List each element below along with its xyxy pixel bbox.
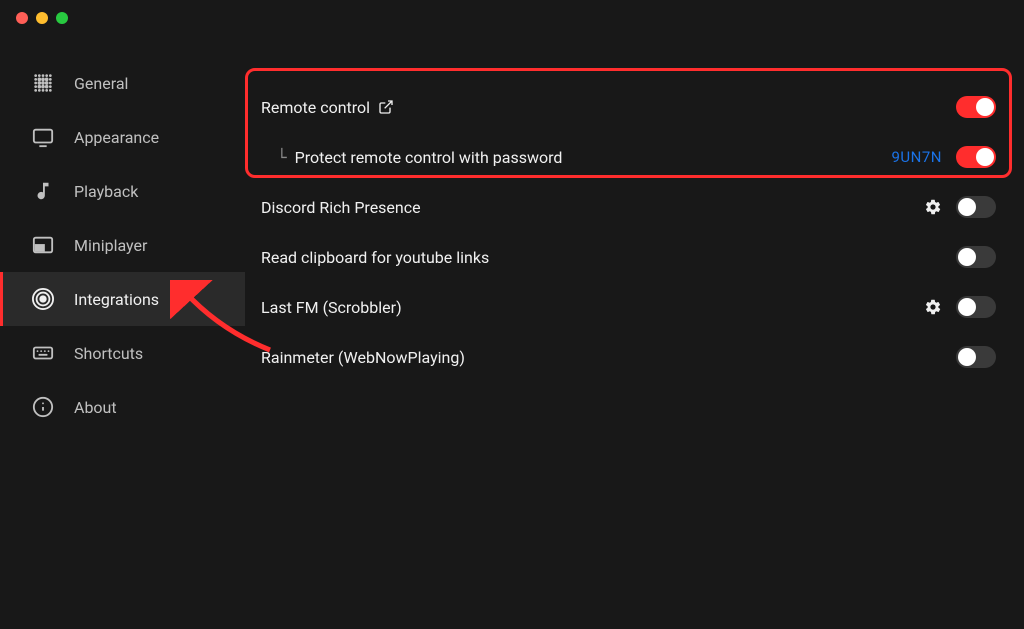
setting-label: Remote control [261, 98, 370, 117]
setting-lastfm: Last FM (Scrobbler) [253, 282, 1004, 332]
sidebar-item-appearance[interactable]: Appearance [0, 110, 245, 164]
music-note-icon [32, 180, 54, 202]
setting-remote-password: └ Protect remote control with password 9… [253, 132, 1004, 182]
sidebar-item-label: About [74, 398, 117, 417]
tree-branch-icon: └ [277, 148, 287, 167]
setting-label: Rainmeter (WebNowPlaying) [261, 348, 465, 367]
monitor-icon [32, 126, 54, 148]
sidebar-item-label: General [74, 74, 128, 93]
window-maximize-button[interactable] [56, 12, 68, 24]
gear-icon[interactable] [924, 198, 942, 216]
sidebar-item-playback[interactable]: Playback [0, 164, 245, 218]
sidebar-item-label: Appearance [74, 128, 159, 147]
window-close-button[interactable] [16, 12, 28, 24]
sidebar-item-about[interactable]: About [0, 380, 245, 434]
sidebar-item-label: Integrations [74, 290, 159, 309]
gear-icon[interactable] [924, 298, 942, 316]
setting-clipboard: Read clipboard for youtube links [253, 232, 1004, 282]
sidebar-item-general[interactable]: General [0, 56, 245, 110]
window-minimize-button[interactable] [36, 12, 48, 24]
toggle-remote-password[interactable] [956, 146, 996, 168]
setting-remote-control: Remote control [253, 82, 1004, 132]
grid-icon [32, 72, 54, 94]
pip-icon [32, 234, 54, 256]
toggle-rainmeter[interactable] [956, 346, 996, 368]
info-icon [32, 396, 54, 418]
setting-label: Read clipboard for youtube links [261, 248, 489, 267]
password-code[interactable]: 9UN7N [892, 148, 943, 166]
sidebar: General Appearance Playback Miniplayer I [0, 36, 245, 629]
settings-content: Remote control └ Protect remote control … [245, 36, 1024, 629]
keyboard-icon [32, 342, 54, 364]
setting-label: Protect remote control with password [295, 148, 563, 167]
toggle-clipboard[interactable] [956, 246, 996, 268]
external-link-icon[interactable] [378, 99, 394, 115]
sidebar-item-integrations[interactable]: Integrations [0, 272, 245, 326]
sidebar-item-label: Miniplayer [74, 236, 147, 255]
toggle-remote-control[interactable] [956, 96, 996, 118]
setting-discord: Discord Rich Presence [253, 182, 1004, 232]
broadcast-icon [32, 288, 54, 310]
sidebar-item-label: Shortcuts [74, 344, 143, 363]
setting-label: Discord Rich Presence [261, 198, 421, 217]
setting-label: Last FM (Scrobbler) [261, 298, 402, 317]
sidebar-item-shortcuts[interactable]: Shortcuts [0, 326, 245, 380]
setting-rainmeter: Rainmeter (WebNowPlaying) [253, 332, 1004, 382]
toggle-discord[interactable] [956, 196, 996, 218]
sidebar-item-miniplayer[interactable]: Miniplayer [0, 218, 245, 272]
titlebar [0, 0, 1024, 36]
sidebar-item-label: Playback [74, 182, 138, 201]
toggle-lastfm[interactable] [956, 296, 996, 318]
